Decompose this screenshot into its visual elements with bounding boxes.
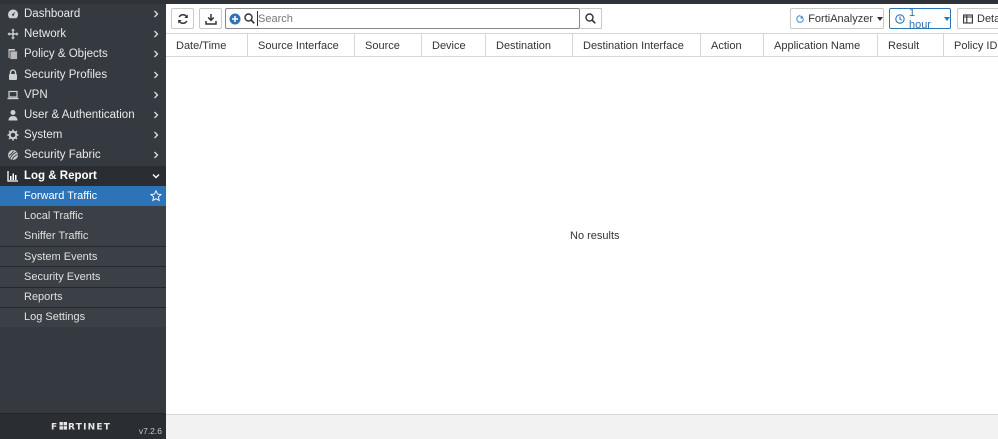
time-range-dropdown[interactable]: 1 hour xyxy=(889,6,951,31)
sidebar-item-label: User & Authentication xyxy=(24,109,135,122)
chevron-right-icon xyxy=(154,111,159,119)
column-header-source-interface[interactable]: Source Interface xyxy=(248,34,355,57)
sidebar-item-dashboard[interactable]: Dashboard xyxy=(0,4,166,24)
caret-down-icon xyxy=(877,16,883,21)
column-header-destination[interactable]: Destination xyxy=(486,34,573,57)
column-header-policy-id[interactable]: Policy ID xyxy=(944,34,998,57)
svg-text:RTINET: RTINET xyxy=(68,423,111,432)
fabric-icon xyxy=(7,149,19,161)
sidebar-subitem-label: System Events xyxy=(24,250,98,263)
download-icon xyxy=(204,13,217,25)
sidebar-item-log-report[interactable]: Log & Report xyxy=(0,165,166,186)
chevron-right-icon xyxy=(154,71,159,79)
details-button[interactable]: Deta xyxy=(957,8,998,29)
column-header-application-name[interactable]: Application Name xyxy=(764,34,878,57)
sidebar-item-label: System xyxy=(24,129,63,142)
column-header-action[interactable]: Action xyxy=(701,34,764,57)
user-icon xyxy=(7,109,19,121)
column-header-datetime[interactable]: Date/Time xyxy=(166,34,248,57)
chevron-down-icon xyxy=(152,173,160,179)
refresh-button[interactable] xyxy=(171,8,194,29)
sidebar-subitem-local-traffic[interactable]: Local Traffic xyxy=(0,205,166,227)
version-label: v7.2.6 xyxy=(138,426,162,436)
status-bar xyxy=(166,414,998,439)
sidebar-item-label: Dashboard xyxy=(24,8,81,21)
details-label: Deta xyxy=(977,12,998,25)
network-icon xyxy=(7,28,19,40)
sidebar-item-system[interactable]: System xyxy=(0,125,166,145)
sidebar-subitem-label: Forward Traffic xyxy=(24,189,98,202)
sidebar-subitem-label: Local Traffic xyxy=(24,209,84,222)
toolbar: FortiAnalyzer 1 hour Deta xyxy=(166,4,998,33)
sidebar-subitem-sniffer-traffic[interactable]: Sniffer Traffic xyxy=(0,226,166,247)
sidebar-footer: F RTINET v7.2.6 xyxy=(0,413,166,439)
search-icon xyxy=(244,13,255,24)
sidebar-subitem-log-settings[interactable]: Log Settings xyxy=(0,306,166,327)
gear-icon xyxy=(7,129,19,141)
time-range-label: 1 hour xyxy=(908,6,931,31)
sidebar-item-network[interactable]: Network xyxy=(0,24,166,44)
add-filter-icon[interactable] xyxy=(229,13,241,25)
chevron-right-icon xyxy=(154,10,159,18)
table-header: Date/Time Source Interface Source Device… xyxy=(166,33,998,57)
column-header-destination-interface[interactable]: Destination Interface xyxy=(573,34,701,57)
sidebar-item-label: Security Profiles xyxy=(24,68,108,81)
chevron-right-icon xyxy=(154,91,159,99)
search-button[interactable] xyxy=(580,8,602,29)
sidebar-item-label: Network xyxy=(24,28,67,41)
chevron-right-icon xyxy=(154,131,159,139)
search-icon xyxy=(585,13,596,24)
sidebar-item-vpn[interactable]: VPN xyxy=(0,85,166,105)
chevron-right-icon xyxy=(154,30,159,38)
clock-icon xyxy=(895,13,905,24)
details-panel-icon xyxy=(963,13,973,24)
dashboard-icon xyxy=(7,8,19,20)
sidebar-subitem-security-events[interactable]: Security Events xyxy=(0,266,166,287)
policy-icon xyxy=(7,48,19,61)
log-source-icon xyxy=(796,14,804,23)
chart-icon xyxy=(7,170,19,182)
sidebar-subitem-label: Log Settings xyxy=(24,311,86,324)
sidebar-item-label: Log & Report xyxy=(24,169,97,182)
column-header-device[interactable]: Device xyxy=(422,34,486,57)
lock-icon xyxy=(7,68,19,81)
sidebar-item-label: Policy & Objects xyxy=(24,48,108,61)
sidebar-subitem-label: Security Events xyxy=(24,271,101,284)
sidebar-item-label: Security Fabric xyxy=(24,149,101,162)
sidebar-item-security-fabric[interactable]: Security Fabric xyxy=(0,145,166,165)
chevron-right-icon xyxy=(154,151,159,159)
sidebar: Dashboard Network Policy & Objects Secur… xyxy=(0,4,166,439)
sidebar-item-user-authentication[interactable]: User & Authentication xyxy=(0,105,166,125)
sidebar-item-security-profiles[interactable]: Security Profiles xyxy=(0,65,166,85)
sidebar-subitem-label: Sniffer Traffic xyxy=(24,230,89,243)
star-icon[interactable] xyxy=(150,189,162,202)
svg-text:F: F xyxy=(51,423,58,432)
caret-down-icon xyxy=(944,16,950,21)
column-header-result[interactable]: Result xyxy=(878,34,944,57)
sidebar-subitem-forward-traffic[interactable]: Forward Traffic xyxy=(0,185,166,206)
fortinet-logo: F RTINET xyxy=(51,422,111,432)
empty-state-message: No results xyxy=(570,230,620,242)
refresh-icon xyxy=(177,13,188,24)
laptop-icon xyxy=(7,89,19,101)
sidebar-item-label: VPN xyxy=(24,88,48,101)
sidebar-subitem-reports[interactable]: Reports xyxy=(0,286,166,307)
search-box xyxy=(225,8,580,29)
sidebar-subitem-label: Reports xyxy=(24,291,63,304)
log-source-dropdown[interactable]: FortiAnalyzer xyxy=(790,8,884,29)
download-button[interactable] xyxy=(199,8,222,29)
sidebar-item-policy-objects[interactable]: Policy & Objects xyxy=(0,44,166,64)
log-source-label: FortiAnalyzer xyxy=(808,12,873,25)
chevron-right-icon xyxy=(154,51,159,58)
sidebar-subitem-system-events[interactable]: System Events xyxy=(0,246,166,267)
column-header-source[interactable]: Source xyxy=(355,34,422,57)
search-input[interactable] xyxy=(257,11,575,26)
